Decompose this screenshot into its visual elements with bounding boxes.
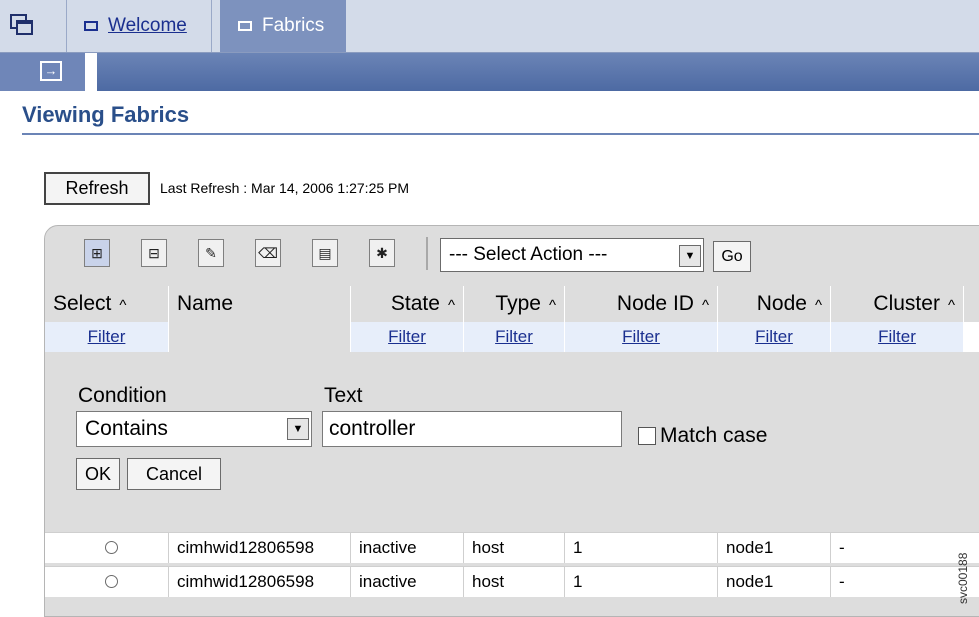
col-header-node[interactable]: Node ^ xyxy=(718,286,831,322)
sort-caret-icon: ^ xyxy=(814,297,822,314)
col-header-type[interactable]: Type ^ xyxy=(464,286,565,322)
col-header-name: Name xyxy=(169,286,351,322)
col-header-label: Select xyxy=(53,292,112,315)
col-header-label: Cluster xyxy=(873,292,940,315)
name-cell: cimhwid12806598 xyxy=(169,567,351,597)
page-title: Viewing Fabrics xyxy=(22,102,190,127)
select-cell xyxy=(45,567,169,597)
edit-sort-icon[interactable]: ✎ xyxy=(198,239,224,267)
ok-button[interactable]: OK xyxy=(76,458,120,490)
filter-link-type[interactable]: Filter xyxy=(464,322,565,352)
col-header-state[interactable]: State ^ xyxy=(351,286,464,322)
filter-link-cluster[interactable]: Filter xyxy=(831,322,964,352)
tab-fabrics[interactable]: Fabrics xyxy=(220,0,346,52)
clear-sort-icon[interactable]: ⌫ xyxy=(255,239,281,267)
node-cell: node1 xyxy=(718,567,831,597)
deselect-all-icon[interactable]: ⊟ xyxy=(141,239,167,267)
col-header-label: State xyxy=(390,292,440,315)
show-filter-icon[interactable]: ✱ xyxy=(369,239,395,267)
match-case-checkbox[interactable] xyxy=(638,427,656,445)
chevron-down-icon: ▼ xyxy=(287,418,309,440)
filter-cell-empty xyxy=(169,322,351,352)
select-action-dropdown[interactable]: --- Select Action --- ▼ xyxy=(440,238,704,272)
window-icon xyxy=(238,21,252,31)
select-cell xyxy=(45,533,169,563)
title-rule xyxy=(22,133,979,135)
select-all-icon[interactable]: ⊞ xyxy=(84,239,110,267)
col-header-node-id[interactable]: Node ID ^ xyxy=(565,286,718,322)
table-row: cimhwid12806598 inactive host 1 node1 - xyxy=(45,532,979,563)
table-row: cimhwid12806598 inactive host 1 node1 - xyxy=(45,566,979,597)
condition-value: Contains xyxy=(85,417,168,440)
tab-divider xyxy=(211,0,212,52)
filter-text-input[interactable] xyxy=(322,411,622,447)
col-header-label: Node xyxy=(756,292,807,315)
col-header-label: Type xyxy=(495,292,541,315)
last-refresh-text: Last Refresh : Mar 14, 2006 1:27:25 PM xyxy=(160,180,410,196)
state-cell: inactive xyxy=(351,567,464,597)
strip-divider xyxy=(85,53,97,91)
name-cell: cimhwid12806598 xyxy=(169,533,351,563)
toolbar-divider xyxy=(426,237,428,270)
col-header-label: Node ID xyxy=(616,292,694,315)
row-select-radio[interactable] xyxy=(105,575,118,588)
filter-link-node-id[interactable]: Filter xyxy=(565,322,718,352)
tab-bar: Welcome Fabrics xyxy=(0,0,979,53)
type-cell: host xyxy=(464,533,565,563)
col-header-cluster[interactable]: Cluster ^ xyxy=(831,286,964,322)
text-label: Text xyxy=(324,384,363,407)
filter-row: Filter Filter Filter Filter Filter Filte… xyxy=(45,322,979,352)
filter-link-state[interactable]: Filter xyxy=(351,322,464,352)
sort-caret-icon: ^ xyxy=(947,297,955,314)
col-header-label: Name xyxy=(177,292,234,315)
window-switch-cell[interactable] xyxy=(0,0,67,52)
sort-caret-icon: ^ xyxy=(447,297,455,314)
tab-welcome[interactable]: Welcome xyxy=(84,0,187,52)
go-button[interactable]: Go xyxy=(713,241,751,272)
cancel-button[interactable]: Cancel xyxy=(127,458,221,490)
sort-caret-icon: ^ xyxy=(548,297,556,314)
chevron-down-icon: ▼ xyxy=(679,245,701,267)
select-action-value: --- Select Action --- xyxy=(449,244,608,265)
row-select-radio[interactable] xyxy=(105,541,118,554)
condition-dropdown[interactable]: Contains ▼ xyxy=(76,411,312,447)
node-id-cell: 1 xyxy=(565,567,718,597)
state-cell: inactive xyxy=(351,533,464,563)
refresh-button[interactable]: Refresh xyxy=(44,172,150,205)
match-case-label: Match case xyxy=(660,424,768,447)
filter-link-node[interactable]: Filter xyxy=(718,322,831,352)
collapse-table-icon[interactable]: ▤ xyxy=(312,239,338,267)
node-cell: node1 xyxy=(718,533,831,563)
condition-label: Condition xyxy=(78,384,167,407)
type-cell: host xyxy=(464,567,565,597)
navigation-strip: → xyxy=(0,53,979,91)
node-id-cell: 1 xyxy=(565,533,718,563)
filter-link-select[interactable]: Filter xyxy=(45,322,169,352)
window-icon xyxy=(84,21,98,31)
windows-icon xyxy=(10,14,33,35)
col-header-select[interactable]: Select ^ xyxy=(45,286,169,322)
tab-fabrics-label: Fabrics xyxy=(262,15,325,36)
sort-caret-icon: ^ xyxy=(701,297,709,314)
sort-caret-icon: ^ xyxy=(119,297,127,314)
expand-nav-icon[interactable]: → xyxy=(40,61,62,81)
figure-id-label: svc00188 xyxy=(956,552,970,604)
tab-welcome-label[interactable]: Welcome xyxy=(108,15,187,37)
